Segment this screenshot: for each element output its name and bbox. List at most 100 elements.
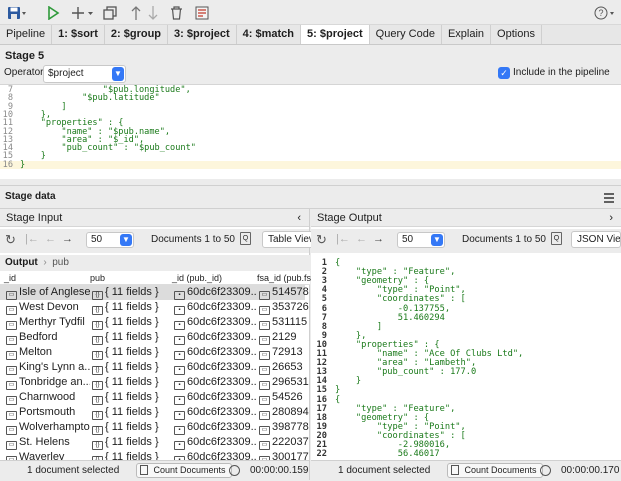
cell-value: 398778 xyxy=(272,421,309,433)
first-page-icon[interactable]: |← xyxy=(25,233,39,245)
refresh-icon[interactable]: ↻ xyxy=(5,232,16,248)
table-row[interactable]: ▭ Bedford{}{ 11 fields } ▪ 60dc6f23309... ▭ 2… xyxy=(0,330,305,345)
tab-3[interactable]: 3: $project xyxy=(168,25,237,44)
table-row[interactable]: ▭ Portsmouth{}{ 11 fields } ▪ 60dc6f23309..… xyxy=(0,405,309,420)
tab-5[interactable]: 5: $project xyxy=(301,25,370,44)
previous-page-icon[interactable]: ← xyxy=(356,233,367,245)
table-row[interactable]: ▭ St. Helens{}{ 11 fields } ▪ 60dc6f23309..… xyxy=(0,435,309,450)
column-header[interactable]: pub xyxy=(90,271,105,285)
code-line: 15 } xyxy=(0,152,621,161)
stage-code-editor[interactable]: 7 "$pub.longitude", 8 "$pub.latitude" 9 ] 1… xyxy=(0,84,621,179)
text-icon: ▭ xyxy=(6,396,17,405)
chevron-down-icon: ▼ xyxy=(112,67,124,81)
duplicate-stage-button[interactable] xyxy=(101,4,119,22)
stage-input-pane: Stage Input ‹ ↻ |← ← → 50 ▼ Documents 1 … xyxy=(0,209,322,480)
table-cell: ▪ 60dc6f23309... xyxy=(174,450,256,460)
operator-select[interactable]: $project ▼ xyxy=(43,65,126,83)
table-row[interactable]: ▭ Merthyr Tydfil{}{ 11 fields } ▪ 60dc6f233… xyxy=(0,315,307,330)
preview-button[interactable] xyxy=(193,4,211,22)
help-button[interactable]: ? xyxy=(593,4,617,22)
table-cell: ▭ 300177 xyxy=(259,450,310,460)
object-icon: {} xyxy=(92,351,103,360)
tab-4[interactable]: 4: $match xyxy=(237,25,302,44)
table-cell: ▭ 398778 xyxy=(259,420,310,435)
table-row[interactable]: ▭ Charnwood{}{ 11 fields } ▪ 60dc6f23309...… xyxy=(0,390,305,405)
include-pipeline-checkbox[interactable]: ✓ xyxy=(498,67,510,79)
tab-0[interactable]: Pipeline xyxy=(0,25,53,44)
input-page-size-select[interactable]: 50 ▼ xyxy=(86,232,134,248)
tab-6[interactable]: Query Code xyxy=(370,25,442,44)
table-cell: ▪ 60dc6f23309... xyxy=(174,330,256,345)
tab-7[interactable]: Explain xyxy=(442,25,492,44)
line-number: 5 xyxy=(321,294,327,305)
table-row[interactable]: ▭ Melton{}{ 11 fields } ▪ 60dc6f23309... ▭ 72… xyxy=(0,345,305,360)
cell-value: 514578 xyxy=(272,286,309,298)
table-cell: ▭ Bedford xyxy=(6,330,90,345)
collapse-left-icon[interactable]: ‹ xyxy=(297,209,301,227)
cell-value: King's Lynn a... xyxy=(19,361,90,373)
column-header[interactable]: fsa_id (pub.fsa xyxy=(257,271,316,285)
table-cell: {}{ 11 fields } xyxy=(92,420,172,435)
previous-page-icon[interactable]: ← xyxy=(45,233,56,245)
table-cell: ▭ 72913 xyxy=(259,345,310,360)
output-selection-status: 1 document selected xyxy=(338,465,431,476)
column-header[interactable]: _id (pub._id) xyxy=(172,271,222,285)
output-count-documents-button[interactable]: Count Documents xyxy=(447,463,543,478)
column-header[interactable]: _id xyxy=(4,271,16,285)
cell-value: 60dc6f23309... xyxy=(187,406,256,418)
table-row[interactable]: ▭ Waverley{}{ 11 fields } ▪ 60dc6f23309... ▭… xyxy=(0,450,309,460)
tab-1[interactable]: 1: $sort xyxy=(52,25,105,44)
cell-value: Portsmouth xyxy=(19,406,76,418)
table-row[interactable]: ▭ Wolverhampton{}{ 11 fields } ▪ 60dc6f2330… xyxy=(0,420,309,435)
json-line: 19 "type" : "Point", xyxy=(311,422,617,431)
table-cell: ▭ Wolverhampton xyxy=(6,420,90,435)
table-cell: ▪ 60dc6f23309... xyxy=(174,390,256,405)
breadcrumb-root[interactable]: Output xyxy=(5,257,38,268)
table-cell: ▪ 60dc6f23309... xyxy=(174,315,256,330)
input-count-documents-button[interactable]: Count Documents xyxy=(136,463,232,478)
cell-value: Merthyr Tydfil xyxy=(19,316,85,328)
move-stage-down-button[interactable] xyxy=(144,4,162,22)
tab-8[interactable]: Options xyxy=(491,25,542,44)
tab-2[interactable]: 2: $group xyxy=(105,25,169,44)
line-number: 16 xyxy=(2,159,13,170)
find-icon[interactable]: Q xyxy=(551,232,562,245)
code-line: 14 "pub_count" : "$pub_count" xyxy=(0,144,621,153)
cell-value: 60dc6f23309... xyxy=(187,451,256,460)
first-page-icon[interactable]: |← xyxy=(336,233,350,245)
move-stage-up-button[interactable] xyxy=(127,4,145,22)
cell-value: 280894 xyxy=(272,406,309,418)
refresh-icon[interactable]: ↻ xyxy=(316,232,327,248)
run-button[interactable] xyxy=(44,4,62,22)
output-json-view[interactable]: 1{2 "type" : "Feature", 3 "geometry" : {4… xyxy=(311,255,621,460)
delete-stage-button[interactable] xyxy=(167,4,185,22)
cell-value: Melton xyxy=(19,346,53,358)
collapse-right-icon[interactable]: › xyxy=(609,209,613,227)
stage-tab-bar: Pipeline 1: $sort 2: $group 3: $project 4: $… xyxy=(0,25,621,45)
output-view-select[interactable]: JSON View xyxy=(571,231,621,248)
output-page-size-select[interactable]: 50 ▼ xyxy=(397,232,445,248)
objectid-icon: ▪ xyxy=(174,396,185,405)
object-icon: {} xyxy=(92,306,103,315)
table-row[interactable]: ▭ Isle of Anglesey{}{ 11 fields } ▪ 60dc6f2… xyxy=(0,285,309,300)
move-down-icon xyxy=(148,6,158,20)
next-page-icon[interactable]: → xyxy=(62,233,73,245)
code-line: 9 ] xyxy=(0,102,621,111)
breadcrumb-child[interactable]: pub xyxy=(52,257,69,268)
next-page-icon[interactable]: → xyxy=(373,233,384,245)
line-number: 18 xyxy=(316,412,327,423)
add-stage-button[interactable] xyxy=(70,4,96,22)
cell-value: 60dc6f23309... xyxy=(187,361,256,373)
table-cell: ▭ 280894 xyxy=(259,405,310,420)
table-row[interactable]: ▭ King's Lynn a...{}{ 11 fields } ▪ 60dc6f2… xyxy=(0,360,305,375)
layout-toggle-button[interactable] xyxy=(603,192,615,204)
save-button[interactable] xyxy=(4,4,30,22)
find-icon[interactable]: Q xyxy=(240,232,251,245)
json-line: 11 "name" : "Ace Of Clubs Ltd", xyxy=(311,349,617,358)
table-row[interactable]: ▭ Tonbridge an...{}{ 11 fields } ▪ 60dc6f23… xyxy=(0,375,309,390)
code-text: } xyxy=(20,159,26,170)
cell-value: Waverley xyxy=(19,451,65,460)
line-number: 7 xyxy=(321,312,327,323)
table-row[interactable]: ▭ West Devon{}{ 11 fields } ▪ 60dc6f23309..… xyxy=(0,300,309,315)
stage-data-header: Stage data xyxy=(0,185,621,209)
